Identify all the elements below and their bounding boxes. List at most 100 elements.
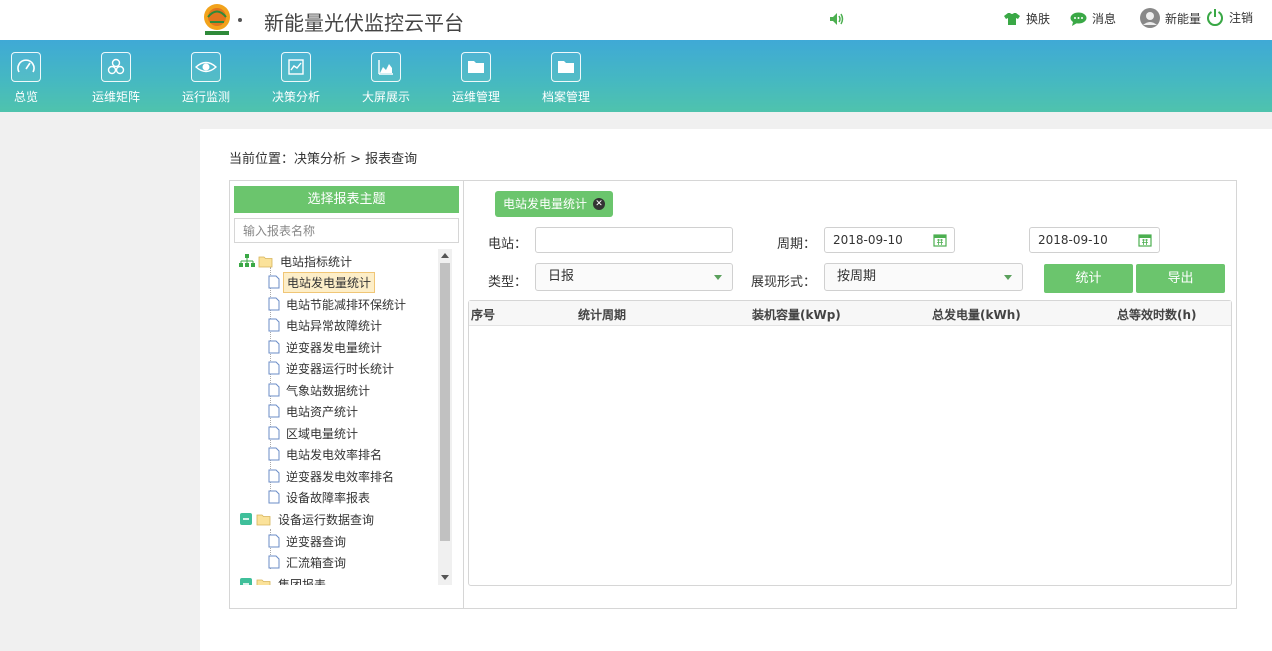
logout-label: 注销: [1229, 10, 1254, 25]
tree-group-label: 设备运行数据查询: [278, 512, 375, 527]
message-button[interactable]: 消息: [1070, 10, 1116, 27]
main-nav: 总览 运维矩阵 运行监测 决策分析 大屏展示 运维管理 档案管理: [0, 40, 1272, 112]
tree-item-label: 逆变器查询: [286, 534, 347, 549]
tree-scrollbar[interactable]: [438, 249, 452, 585]
display-mode-select[interactable]: 按周期: [824, 263, 1023, 291]
tree-item-label: 汇流箱查询: [286, 555, 347, 570]
document-icon: [268, 447, 280, 461]
calendar-icon[interactable]: [1138, 233, 1152, 247]
tree-item-combiner-box-query[interactable]: 汇流箱查询: [268, 552, 349, 572]
column-header: 装机容量(kWp): [752, 308, 841, 322]
tree-item-fault-stats[interactable]: 电站异常故障统计: [268, 315, 385, 335]
tree-item-inverter-query[interactable]: 逆变器查询: [268, 531, 349, 551]
tab-station-generation[interactable]: 电站发电量统计 ✕: [495, 191, 614, 217]
folder-open-icon: [258, 256, 273, 267]
document-icon: [268, 361, 280, 375]
table-header: 序号 统计周期 装机容量(kWp) 总发电量(kWh) 总等效时数(h): [469, 301, 1231, 326]
collapse-icon[interactable]: [240, 513, 252, 525]
folder-icon: [461, 52, 491, 82]
tree-item-weather-station[interactable]: 气象站数据统计: [268, 380, 373, 400]
folder-icon: [551, 52, 581, 82]
tree-item-label: 电站节能减排环保统计: [286, 297, 407, 312]
analysis-icon: [281, 52, 311, 82]
export-button[interactable]: 导出: [1136, 264, 1225, 293]
tree-item-label: 区域电量统计: [286, 426, 359, 441]
skin-button[interactable]: 换肤: [1003, 10, 1050, 27]
gauge-icon: [11, 52, 41, 82]
tree-item-inverter-runtime[interactable]: 逆变器运行时长统计: [268, 358, 397, 378]
cluster-icon: [101, 52, 131, 82]
collapse-icon[interactable]: [240, 578, 252, 585]
tree-group-label: 集团报表: [278, 577, 327, 586]
avatar: [1140, 8, 1160, 28]
breadcrumb: 当前位置：决策分析 > 报表查询: [229, 152, 418, 167]
document-icon: [268, 490, 280, 504]
document-icon: [268, 469, 280, 483]
document-icon: [268, 426, 280, 440]
document-icon: [268, 318, 280, 332]
display-mode-label: 展现形式：: [751, 275, 817, 290]
scroll-up-arrow-icon[interactable]: [441, 253, 449, 258]
tree-item-label: 电站发电效率排名: [286, 447, 383, 462]
tree-item-station-assets[interactable]: 电站资产统计: [268, 401, 361, 421]
nav-item-big-screen[interactable]: 大屏展示: [351, 52, 421, 105]
tree-group-label: 电站指标统计: [280, 254, 353, 269]
scrollbar-thumb[interactable]: [440, 263, 450, 541]
tree-item-label: 逆变器发电效率排名: [286, 469, 395, 484]
tree-item-inverter-generation[interactable]: 逆变器发电量统计: [268, 337, 385, 357]
report-name-search-input[interactable]: [234, 218, 459, 243]
nav-item-ops-matrix[interactable]: 运维矩阵: [81, 52, 151, 105]
column-header: 统计周期: [578, 308, 627, 322]
tree-item-station-generation[interactable]: 电站发电量统计: [268, 271, 376, 293]
scroll-down-arrow-icon[interactable]: [441, 575, 449, 580]
start-date-input[interactable]: 2018-09-10: [824, 227, 955, 253]
tree-item-station-efficiency-rank[interactable]: 电站发电效率排名: [268, 444, 385, 464]
nav-item-archive-management[interactable]: 档案管理: [531, 52, 601, 105]
type-select[interactable]: 日报: [535, 263, 733, 291]
tree-item-label: 逆变器运行时长统计: [286, 361, 395, 376]
tree-group-group-report[interactable]: 集团报表: [240, 574, 329, 585]
tree-item-fault-rate-report[interactable]: 设备故障率报表: [268, 487, 373, 507]
document-icon: [268, 383, 280, 397]
document-icon: [268, 340, 280, 354]
logout-button[interactable]: 注销: [1206, 8, 1253, 26]
report-topic-title: 选择报表主题: [234, 186, 459, 213]
column-header: 总等效时数(h): [1117, 308, 1197, 322]
document-icon: [268, 555, 280, 569]
tree-item-label: 电站异常故障统计: [286, 318, 383, 333]
area-chart-icon: [371, 52, 401, 82]
nav-item-analysis[interactable]: 决策分析: [261, 52, 331, 105]
tree-item-regional-energy[interactable]: 区域电量统计: [268, 423, 361, 443]
tree-item-inverter-efficiency-rank[interactable]: 逆变器发电效率排名: [268, 466, 397, 486]
end-date-input[interactable]: 2018-09-10: [1029, 227, 1160, 253]
nav-item-overview[interactable]: 总览: [0, 52, 61, 105]
nav-label: 运维矩阵: [91, 90, 140, 104]
tree-item-energy-saving[interactable]: 电站节能减排环保统计: [268, 294, 409, 314]
speaker-icon[interactable]: [829, 12, 845, 26]
user-menu[interactable]: 新能量: [1140, 8, 1201, 28]
message-label: 消息: [1092, 12, 1117, 26]
chat-bubble-icon: [1070, 12, 1087, 26]
close-icon[interactable]: ✕: [593, 198, 606, 210]
org-tree-icon: [239, 254, 255, 267]
station-input[interactable]: [535, 227, 733, 253]
stat-button[interactable]: 统计: [1044, 264, 1133, 293]
tree-item-label: 电站资产统计: [286, 404, 359, 419]
content-area: 当前位置：决策分析 > 报表查询 选择报表主题 电站指标统计: [200, 129, 1272, 651]
tree-group-device-data[interactable]: 设备运行数据查询: [240, 509, 377, 529]
nav-label: 总览: [13, 90, 38, 104]
calendar-icon[interactable]: [933, 233, 947, 247]
document-icon: [268, 404, 280, 418]
nav-item-ops-management[interactable]: 运维管理: [441, 52, 511, 105]
nav-label: 运维管理: [451, 90, 500, 104]
nav-item-monitoring[interactable]: 运行监测: [171, 52, 241, 105]
top-header: 新能量光伏监控云平台 换肤 消息 新能量 注销: [0, 0, 1272, 40]
tree-group-station-indicators[interactable]: 电站指标统计: [238, 251, 355, 271]
station-label: 电站：: [488, 237, 528, 252]
type-select-value: 日报: [548, 269, 575, 284]
power-icon: [1207, 9, 1223, 26]
report-tree: 电站指标统计 电站发电量统计 电站节能减排环保统计 电站异常故障统计 逆变器发电…: [230, 249, 450, 585]
document-icon: [268, 275, 280, 289]
document-icon: [268, 297, 280, 311]
period-label: 周期：: [777, 237, 817, 252]
